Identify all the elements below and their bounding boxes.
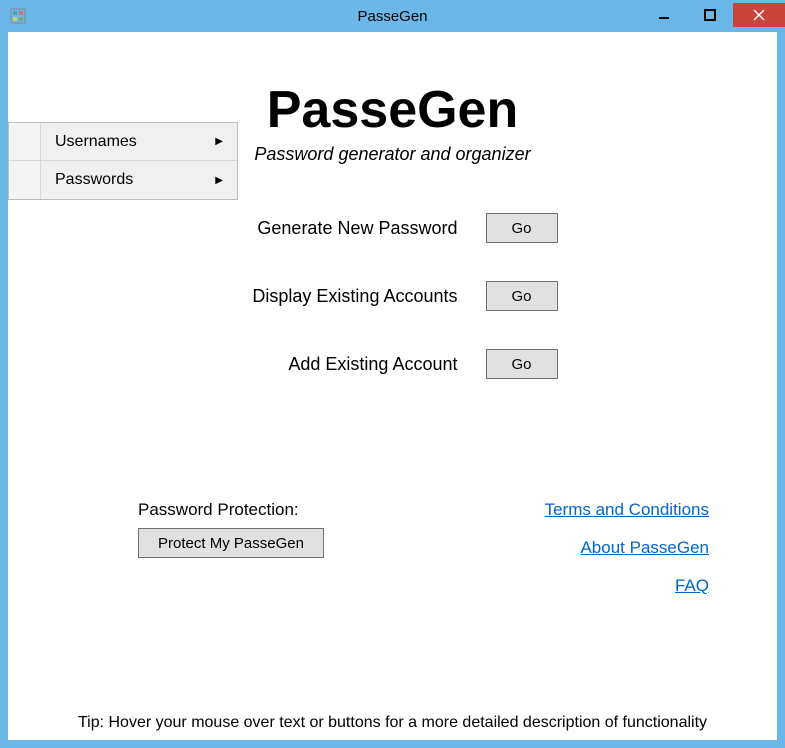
bottom-area: Password Protection: Protect My PasseGen… [8, 500, 777, 596]
app-window: PasseGen Usernames ▶ Passwords ▶ [0, 0, 785, 748]
generate-password-button[interactable]: Go [486, 213, 558, 243]
display-accounts-button[interactable]: Go [486, 281, 558, 311]
action-label: Add Existing Account [228, 354, 458, 375]
footer-links: Terms and Conditions About PasseGen FAQ [545, 500, 737, 596]
menu-icon-column [9, 161, 41, 199]
chevron-right-icon: ▶ [215, 175, 223, 186]
client-area: Usernames ▶ Passwords ▶ PasseGen Passwor… [8, 32, 777, 740]
tip-text: Tip: Hover your mouse over text or butto… [8, 714, 777, 732]
menu-item-label: Passwords [55, 171, 215, 189]
password-protection: Password Protection: Protect My PasseGen [138, 500, 324, 596]
action-label: Generate New Password [228, 218, 458, 239]
minimize-button[interactable] [641, 3, 687, 27]
maximize-button[interactable] [687, 3, 733, 27]
app-icon [10, 8, 26, 24]
terms-link[interactable]: Terms and Conditions [545, 500, 709, 520]
titlebar: PasseGen [0, 0, 785, 32]
protection-label: Password Protection: [138, 500, 324, 520]
protect-button[interactable]: Protect My PasseGen [138, 528, 324, 558]
add-account-button[interactable]: Go [486, 349, 558, 379]
menu-icon-column [9, 123, 41, 160]
window-title: PasseGen [357, 8, 427, 25]
action-row-display: Display Existing Accounts Go [8, 281, 777, 311]
menu-item-passwords[interactable]: Passwords ▶ [9, 161, 237, 199]
menu-item-usernames[interactable]: Usernames ▶ [9, 123, 237, 161]
actions: Generate New Password Go Display Existin… [8, 213, 777, 379]
menu-item-label: Usernames [55, 133, 215, 151]
about-link[interactable]: About PasseGen [580, 538, 709, 558]
main-menu: Usernames ▶ Passwords ▶ [8, 122, 238, 200]
window-controls [641, 3, 785, 29]
action-label: Display Existing Accounts [228, 286, 458, 307]
chevron-right-icon: ▶ [215, 136, 223, 147]
faq-link[interactable]: FAQ [675, 576, 709, 596]
close-button[interactable] [733, 3, 785, 27]
action-row-generate: Generate New Password Go [8, 213, 777, 243]
action-row-add: Add Existing Account Go [8, 349, 777, 379]
